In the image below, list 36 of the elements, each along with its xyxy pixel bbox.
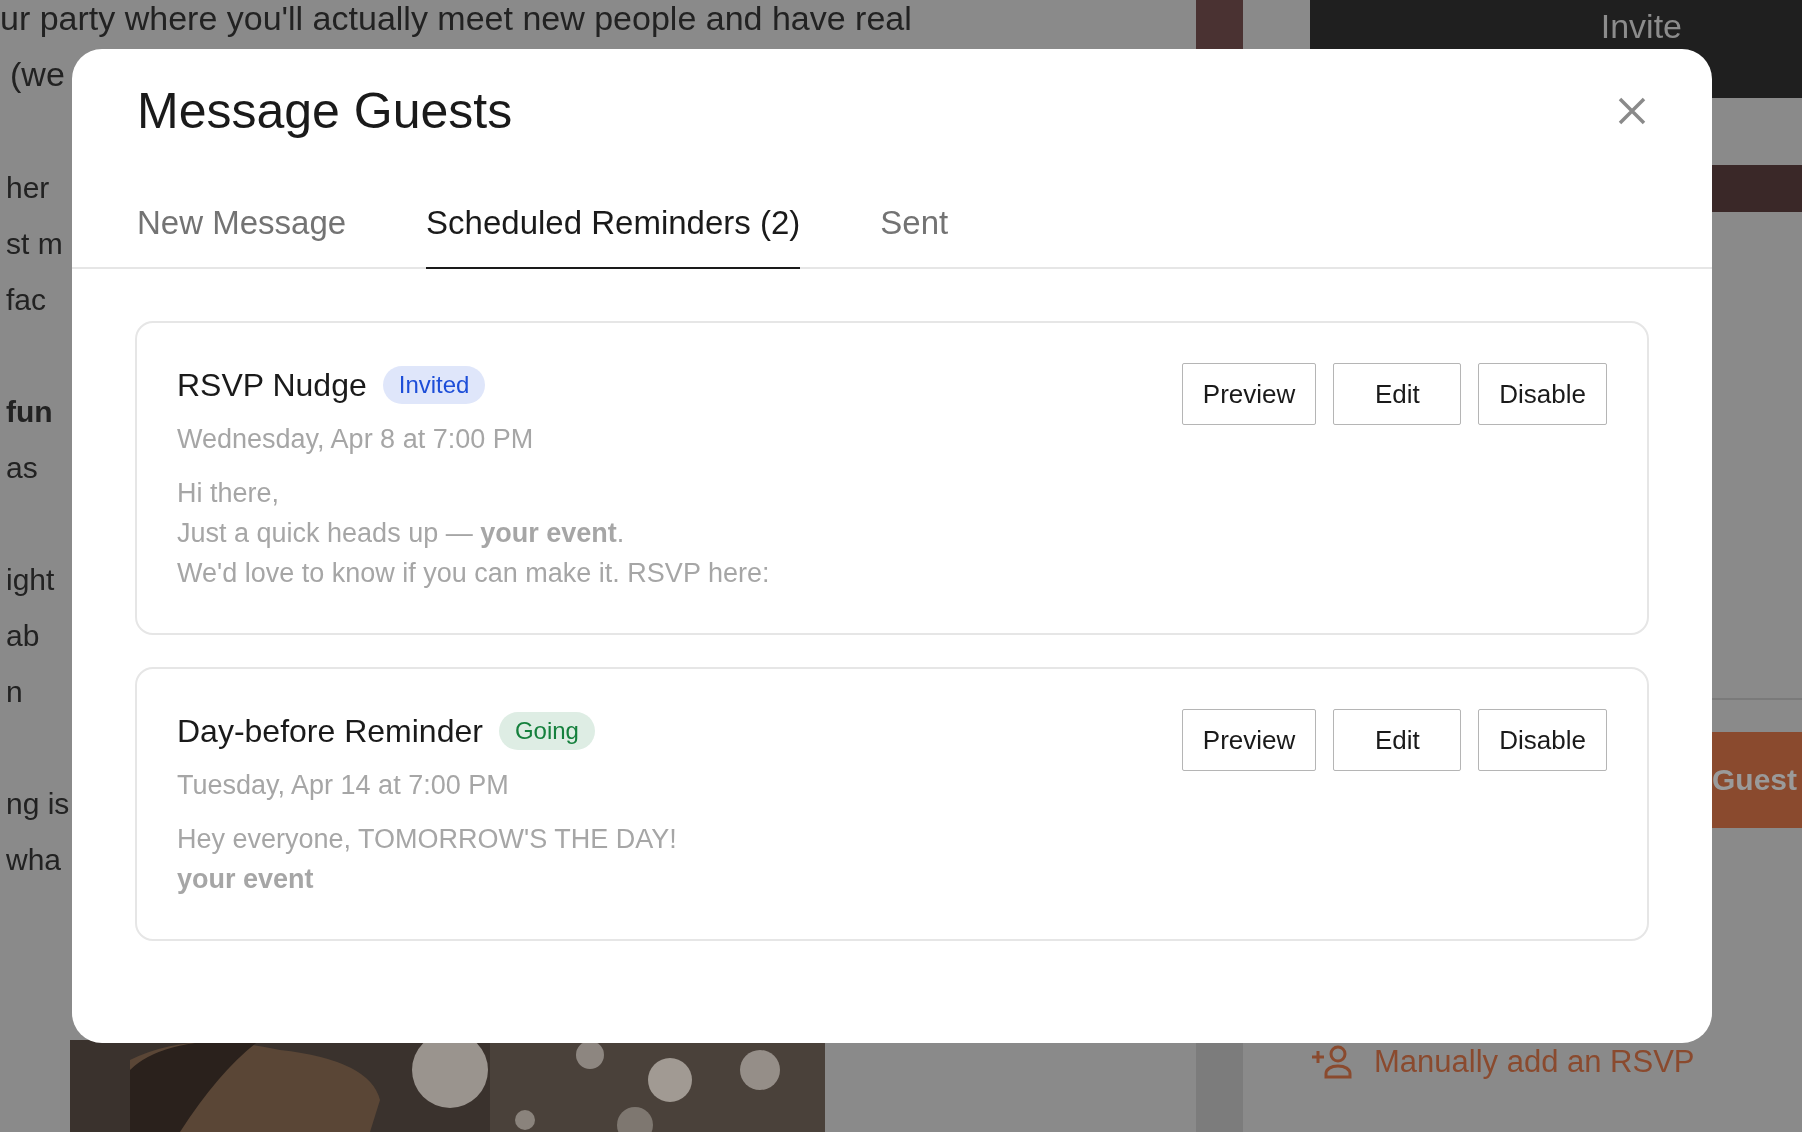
paragraph-text: n xyxy=(5,674,23,710)
message-text: your event xyxy=(177,863,315,896)
paragraph-text: fac xyxy=(5,282,47,318)
schedule-date: Wednesday, Apr 8 at 7:00 PM xyxy=(177,423,535,456)
paragraph-text: wha xyxy=(5,842,62,878)
dialog-title: Message Guests xyxy=(137,83,513,139)
message-text: Just a quick heads up — your event. xyxy=(177,517,626,550)
close-icon[interactable] xyxy=(1617,96,1647,126)
invite-button[interactable]: Invite xyxy=(1600,6,1682,46)
paragraph-text: ight xyxy=(5,562,55,598)
paragraph-text: ng is xyxy=(5,786,70,822)
disable-button[interactable]: Disable xyxy=(1478,709,1607,771)
schedule-date: Tuesday, Apr 14 at 7:00 PM xyxy=(177,769,510,802)
tab[interactable]: Sent xyxy=(880,203,949,269)
status-badge: Going xyxy=(498,712,595,750)
message-text: We'd love to know if you can make it. RSVP here: xyxy=(177,557,770,590)
preview-button[interactable]: Preview xyxy=(1181,363,1317,425)
disable-button[interactable]: Disable xyxy=(1478,363,1607,425)
message-text: Hi there, xyxy=(177,477,281,510)
paragraph-text: (we xyxy=(9,54,65,94)
tab[interactable]: Scheduled Reminders (2) xyxy=(426,203,801,269)
preview-button[interactable]: Preview xyxy=(1181,709,1317,771)
add-person-icon xyxy=(1310,1045,1354,1079)
edit-button[interactable]: Edit xyxy=(1333,363,1462,425)
status-badge: Invited xyxy=(382,366,486,404)
paragraph-text: st m xyxy=(5,226,63,262)
paragraph-text: ur party where you'll actually meet new people and have real xyxy=(0,0,912,38)
reminder-title: RSVP Nudge xyxy=(177,366,367,405)
paragraph-text: as xyxy=(5,450,38,486)
reminder-title: Day-before Reminder xyxy=(177,712,483,751)
message-text: Hey everyone, TOMORROW'S THE DAY! xyxy=(177,823,677,856)
edit-button[interactable]: Edit xyxy=(1333,709,1462,771)
paragraph-text: her xyxy=(5,170,50,206)
tab[interactable]: New Message xyxy=(137,203,347,269)
paragraph-text: fun xyxy=(5,394,53,430)
paragraph-text: ab xyxy=(5,618,40,654)
